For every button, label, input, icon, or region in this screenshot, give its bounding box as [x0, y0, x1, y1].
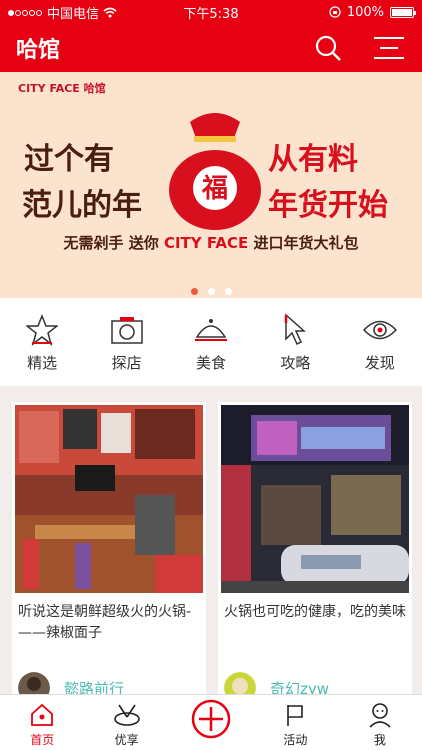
- tab-add[interactable]: [169, 695, 253, 750]
- banner-right-line2: 年货开始: [268, 188, 388, 223]
- home-icon: [31, 703, 54, 726]
- clock: 下午5:38: [183, 6, 239, 22]
- feed-card[interactable]: 听说这是朝鲜超级火的火锅-——辣椒面子 懿路前行: [12, 402, 206, 704]
- banner-pager[interactable]: [0, 280, 422, 298]
- pager-dot[interactable]: [207, 288, 215, 295]
- tab-label: 首页: [30, 733, 55, 747]
- cutlery-icon: [113, 704, 140, 726]
- banner-left-line1: 过个有: [24, 142, 114, 177]
- battery-icon: [390, 6, 416, 18]
- category-label: 攻略: [280, 353, 311, 372]
- category-featured[interactable]: 精选: [7, 312, 77, 373]
- top-nav-bar: 哈馆: [0, 24, 422, 72]
- status-bar: 中国电信 下午5:38 100%: [0, 0, 422, 24]
- bag-character: 福: [201, 174, 228, 204]
- feed-card-image[interactable]: [221, 405, 409, 593]
- app-logo: 哈馆: [16, 37, 61, 63]
- category-bar: 精选 探店 美食 攻略 发现: [0, 298, 422, 386]
- carrier-label: 中国电信: [47, 6, 100, 22]
- rotation-lock-icon: [329, 6, 341, 18]
- feed-card-title: 听说这是朝鲜超级火的火锅-——辣椒面子: [18, 604, 192, 641]
- flag-icon: [287, 705, 304, 726]
- tab-home[interactable]: 首页: [0, 695, 84, 750]
- food-cover-icon: [194, 318, 227, 341]
- content-feed: 听说这是朝鲜超级火的火锅-——辣椒面子 懿路前行 火锅也可吃的健康，吃的美味 奇…: [0, 388, 422, 704]
- tab-label: 活动: [283, 733, 308, 747]
- category-guide[interactable]: 攻略: [260, 312, 330, 373]
- signal-icon: [8, 5, 43, 20]
- category-label: 美食: [195, 353, 226, 372]
- banner-left-line2: 范儿的年: [22, 188, 142, 223]
- lucky-bag-icon: 福: [169, 113, 261, 230]
- banner-brand: CITY FACE 哈馆: [18, 82, 106, 95]
- tab-me[interactable]: 我: [338, 695, 422, 750]
- feed-card[interactable]: 火锅也可吃的健康，吃的美味 奇幻zyw: [218, 402, 412, 704]
- category-label: 精选: [27, 353, 58, 372]
- feed-card-image[interactable]: [15, 405, 203, 593]
- tab-label: 优享: [114, 733, 139, 747]
- category-explore[interactable]: 探店: [92, 312, 162, 373]
- banner-sub-brand: CITY FACE: [163, 234, 249, 252]
- promo-banner[interactable]: CITY FACE 哈馆 过个有 范儿的年 福 从有料 年货开始 无需剁手 送你…: [0, 72, 422, 298]
- cursor-icon: [285, 312, 307, 345]
- tab-events[interactable]: 活动: [253, 695, 337, 750]
- battery-percent: 100%: [346, 4, 384, 20]
- add-icon: [191, 699, 231, 739]
- category-label: 探店: [111, 353, 142, 372]
- feed-card-title: 火锅也可吃的健康，吃的美味: [224, 604, 406, 620]
- eye-icon: [362, 320, 397, 339]
- tab-label: 我: [373, 733, 386, 747]
- wifi-icon: [103, 7, 117, 17]
- star-icon: [26, 313, 59, 346]
- user-icon: [369, 703, 391, 728]
- banner-subtitle: 无需剁手 送你 CITY FACE 进口年货大礼包: [0, 232, 422, 253]
- camera-icon: [110, 316, 143, 344]
- search-icon[interactable]: [314, 34, 342, 62]
- banner-sub-suffix: 进口年货大礼包: [253, 234, 359, 252]
- category-discover[interactable]: 发现: [345, 312, 415, 373]
- pager-dot[interactable]: [190, 288, 198, 295]
- category-label: 发现: [364, 353, 395, 372]
- category-food[interactable]: 美食: [176, 312, 246, 373]
- bottom-tab-bar: 首页 优享 活动 我: [0, 694, 422, 750]
- banner-right-line1: 从有料: [268, 142, 358, 177]
- tab-perks[interactable]: 优享: [84, 695, 168, 750]
- banner-sub-prefix: 无需剁手 送你: [63, 234, 159, 252]
- pager-dot[interactable]: [224, 288, 232, 295]
- menu-icon[interactable]: [372, 34, 406, 62]
